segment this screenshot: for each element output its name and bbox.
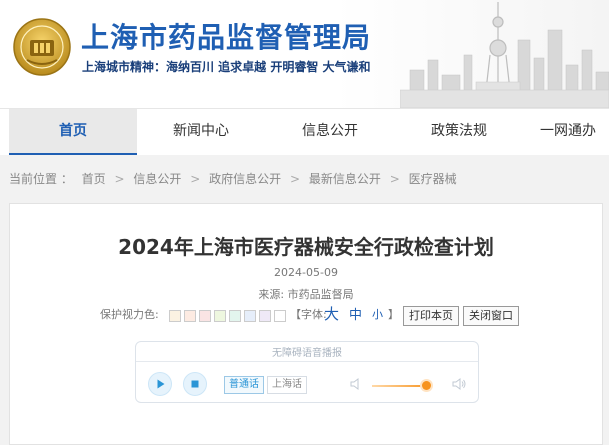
play-icon (157, 379, 165, 389)
breadcrumb-link-medical-devices[interactable]: 医疗器械 (409, 172, 457, 186)
eye-care-label: 保护视力色: (100, 308, 159, 321)
nav-item-policies[interactable]: 政策法规 (395, 109, 523, 153)
font-size-large[interactable]: 大 (324, 303, 339, 324)
site-title[interactable]: 上海市药品监督管理局 (81, 16, 371, 56)
print-button[interactable]: 打印本页 (403, 306, 459, 326)
article-title: 2024年上海市医疗器械安全行政检查计划 (118, 235, 494, 259)
eye-color-swatch-6[interactable] (244, 310, 256, 322)
breadcrumb-separator: > (289, 172, 301, 186)
breadcrumb-separator: > (190, 172, 201, 186)
player-divider (136, 361, 478, 362)
breadcrumb-link-home[interactable]: 首页 (82, 172, 106, 186)
breadcrumb-separator: > (114, 172, 125, 186)
breadcrumb-link-info[interactable]: 信息公开 (133, 172, 181, 186)
eye-color-swatch-3[interactable] (199, 310, 211, 322)
font-size-medium[interactable]: 中 (349, 304, 362, 323)
breadcrumb-link-latest[interactable]: 最新信息公开 (309, 172, 381, 186)
player-title: 无障碍语音播报 (272, 348, 342, 359)
article-panel: 2024年上海市医疗器械安全行政检查计划 2024-05-09 来源: 市药品监… (9, 203, 603, 445)
nav-item-one-stop-service[interactable]: 一网通办 (540, 109, 609, 153)
volume-high-icon[interactable] (452, 378, 466, 390)
lang-mandarin-button[interactable]: 普通话 (224, 376, 264, 394)
article-source: 来源: 市药品监督局 (258, 288, 354, 301)
breadcrumb: 当前位置 ： 首页 > 信息公开 > 政府信息公开 > 最新信息公开 > 医疗器… (9, 170, 462, 187)
font-size-label: 【字体: (290, 308, 327, 321)
eye-color-swatch-5[interactable] (229, 310, 241, 322)
close-window-button[interactable]: 关闭窗口 (463, 306, 519, 326)
font-size-small[interactable]: 小 (372, 306, 383, 322)
nav-item-home[interactable]: 首页 (9, 109, 137, 155)
shanghai-emblem-icon[interactable] (13, 18, 71, 76)
nav-item-info-disclosure[interactable]: 信息公开 (265, 109, 395, 153)
breadcrumb-link-gov-info[interactable]: 政府信息公开 (209, 172, 281, 186)
main-nav: 首页 新闻中心 信息公开 政策法规 一网通办 (0, 108, 609, 155)
eye-color-swatch-4[interactable] (214, 310, 226, 322)
voice-broadcast-player: 无障碍语音播报 普通话 上海话 (135, 341, 479, 403)
article-date: 2024-05-09 (274, 266, 338, 279)
stop-button[interactable] (183, 372, 207, 396)
volume-slider-handle[interactable] (422, 381, 431, 390)
play-button[interactable] (148, 372, 172, 396)
lang-shanghainese-button[interactable]: 上海话 (267, 376, 307, 394)
eye-color-swatch-1[interactable] (169, 310, 181, 322)
breadcrumb-separator: > (389, 172, 400, 186)
city-skyline-image (400, 2, 609, 108)
eye-color-swatch-8[interactable] (274, 310, 286, 322)
stop-icon (191, 380, 199, 388)
breadcrumb-prefix: 当前位置 ： (9, 172, 73, 186)
site-header: 上海市药品监督管理局 上海城市精神：海纳百川 追求卓越 开明睿智 大气谦和 (0, 0, 609, 108)
nav-item-news[interactable]: 新闻中心 (137, 109, 265, 153)
eye-color-swatch-2[interactable] (184, 310, 196, 322)
eye-color-swatch-7[interactable] (259, 310, 271, 322)
font-size-bracket: 】 (388, 308, 399, 321)
volume-low-icon[interactable] (350, 378, 364, 390)
site-slogan: 上海城市精神：海纳百川 追求卓越 开明睿智 大气谦和 (82, 60, 371, 74)
